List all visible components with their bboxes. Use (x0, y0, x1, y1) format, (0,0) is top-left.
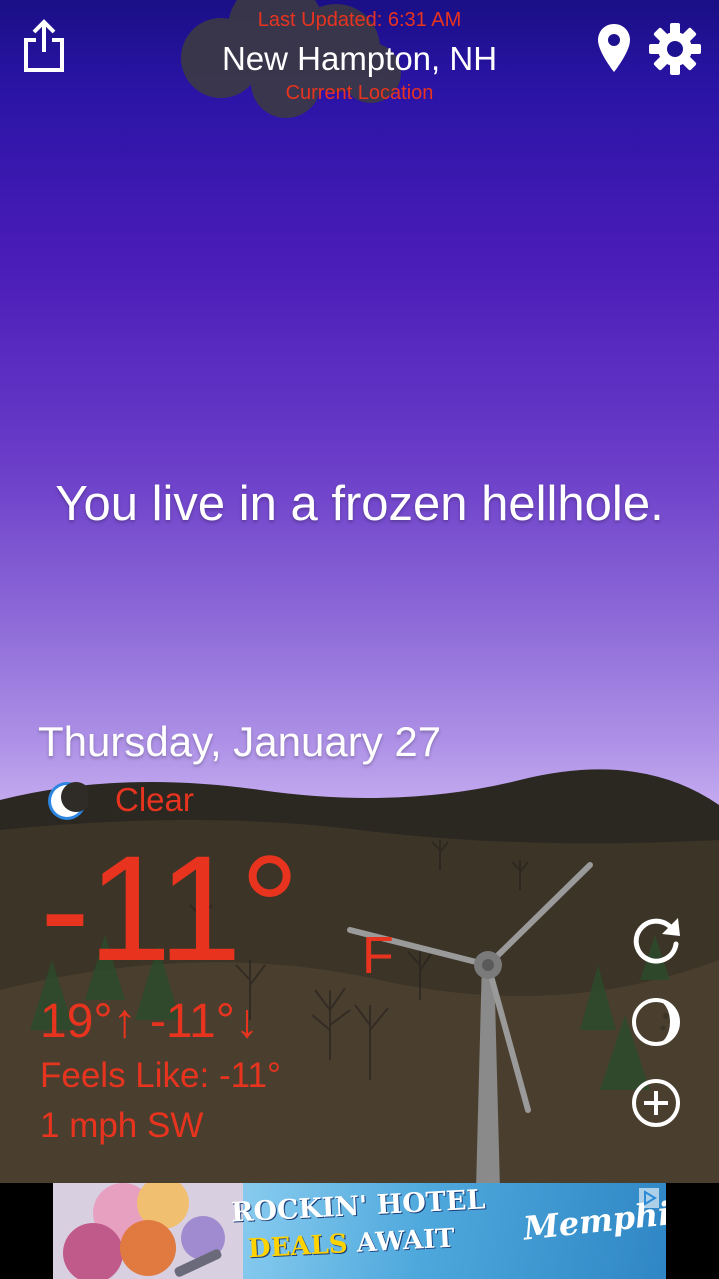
current-location-label: Current Location (285, 82, 434, 104)
refresh-icon (633, 918, 680, 964)
settings-button[interactable] (648, 22, 702, 76)
add-location-button[interactable] (628, 1075, 684, 1131)
ad-choices-icon[interactable] (638, 1187, 660, 1209)
ad-subheadline-rest: AWAIT (355, 1223, 456, 1259)
low-temp: -11° (149, 995, 235, 1048)
temperature-value: -11° (40, 824, 300, 992)
ad-headline: ROCKIN' HOTEL (230, 1184, 487, 1229)
condition-label: Clear (115, 781, 194, 818)
date-label: Thursday, January 27 (38, 718, 442, 765)
arrow-down-icon: ↓ (234, 995, 259, 1048)
location-pin-icon (598, 24, 630, 72)
high-temp: 19° (40, 995, 113, 1048)
location-button[interactable] (596, 22, 632, 74)
wind-label: 1 mph SW (40, 1106, 204, 1145)
feels-like-label: Feels Like: -11° (40, 1056, 281, 1095)
ad-banner[interactable]: ROCKIN' HOTEL DEALS AWAIT Memphis (53, 1183, 666, 1279)
moon-icon (48, 782, 88, 820)
ad-highlight: DEALS (247, 1229, 349, 1265)
ad-subheadline: DEALS AWAIT (247, 1224, 455, 1265)
gear-icon (649, 23, 701, 75)
refresh-button[interactable] (628, 912, 684, 968)
add-icon (632, 1079, 680, 1127)
moon-phase-icon (632, 998, 680, 1046)
moon-phase-button[interactable] (628, 994, 684, 1050)
weather-app: Last Updated: 6:31 AM New Hampton, NH Cu… (0, 0, 719, 1279)
temperature-unit[interactable]: F (362, 926, 394, 986)
weather-tagline: You live in a frozen hellhole. (55, 477, 664, 531)
ad-musician-image (53, 1183, 243, 1279)
high-low: 19°↑ -11°↓ (40, 994, 259, 1049)
arrow-up-icon: ↑ (112, 995, 137, 1048)
